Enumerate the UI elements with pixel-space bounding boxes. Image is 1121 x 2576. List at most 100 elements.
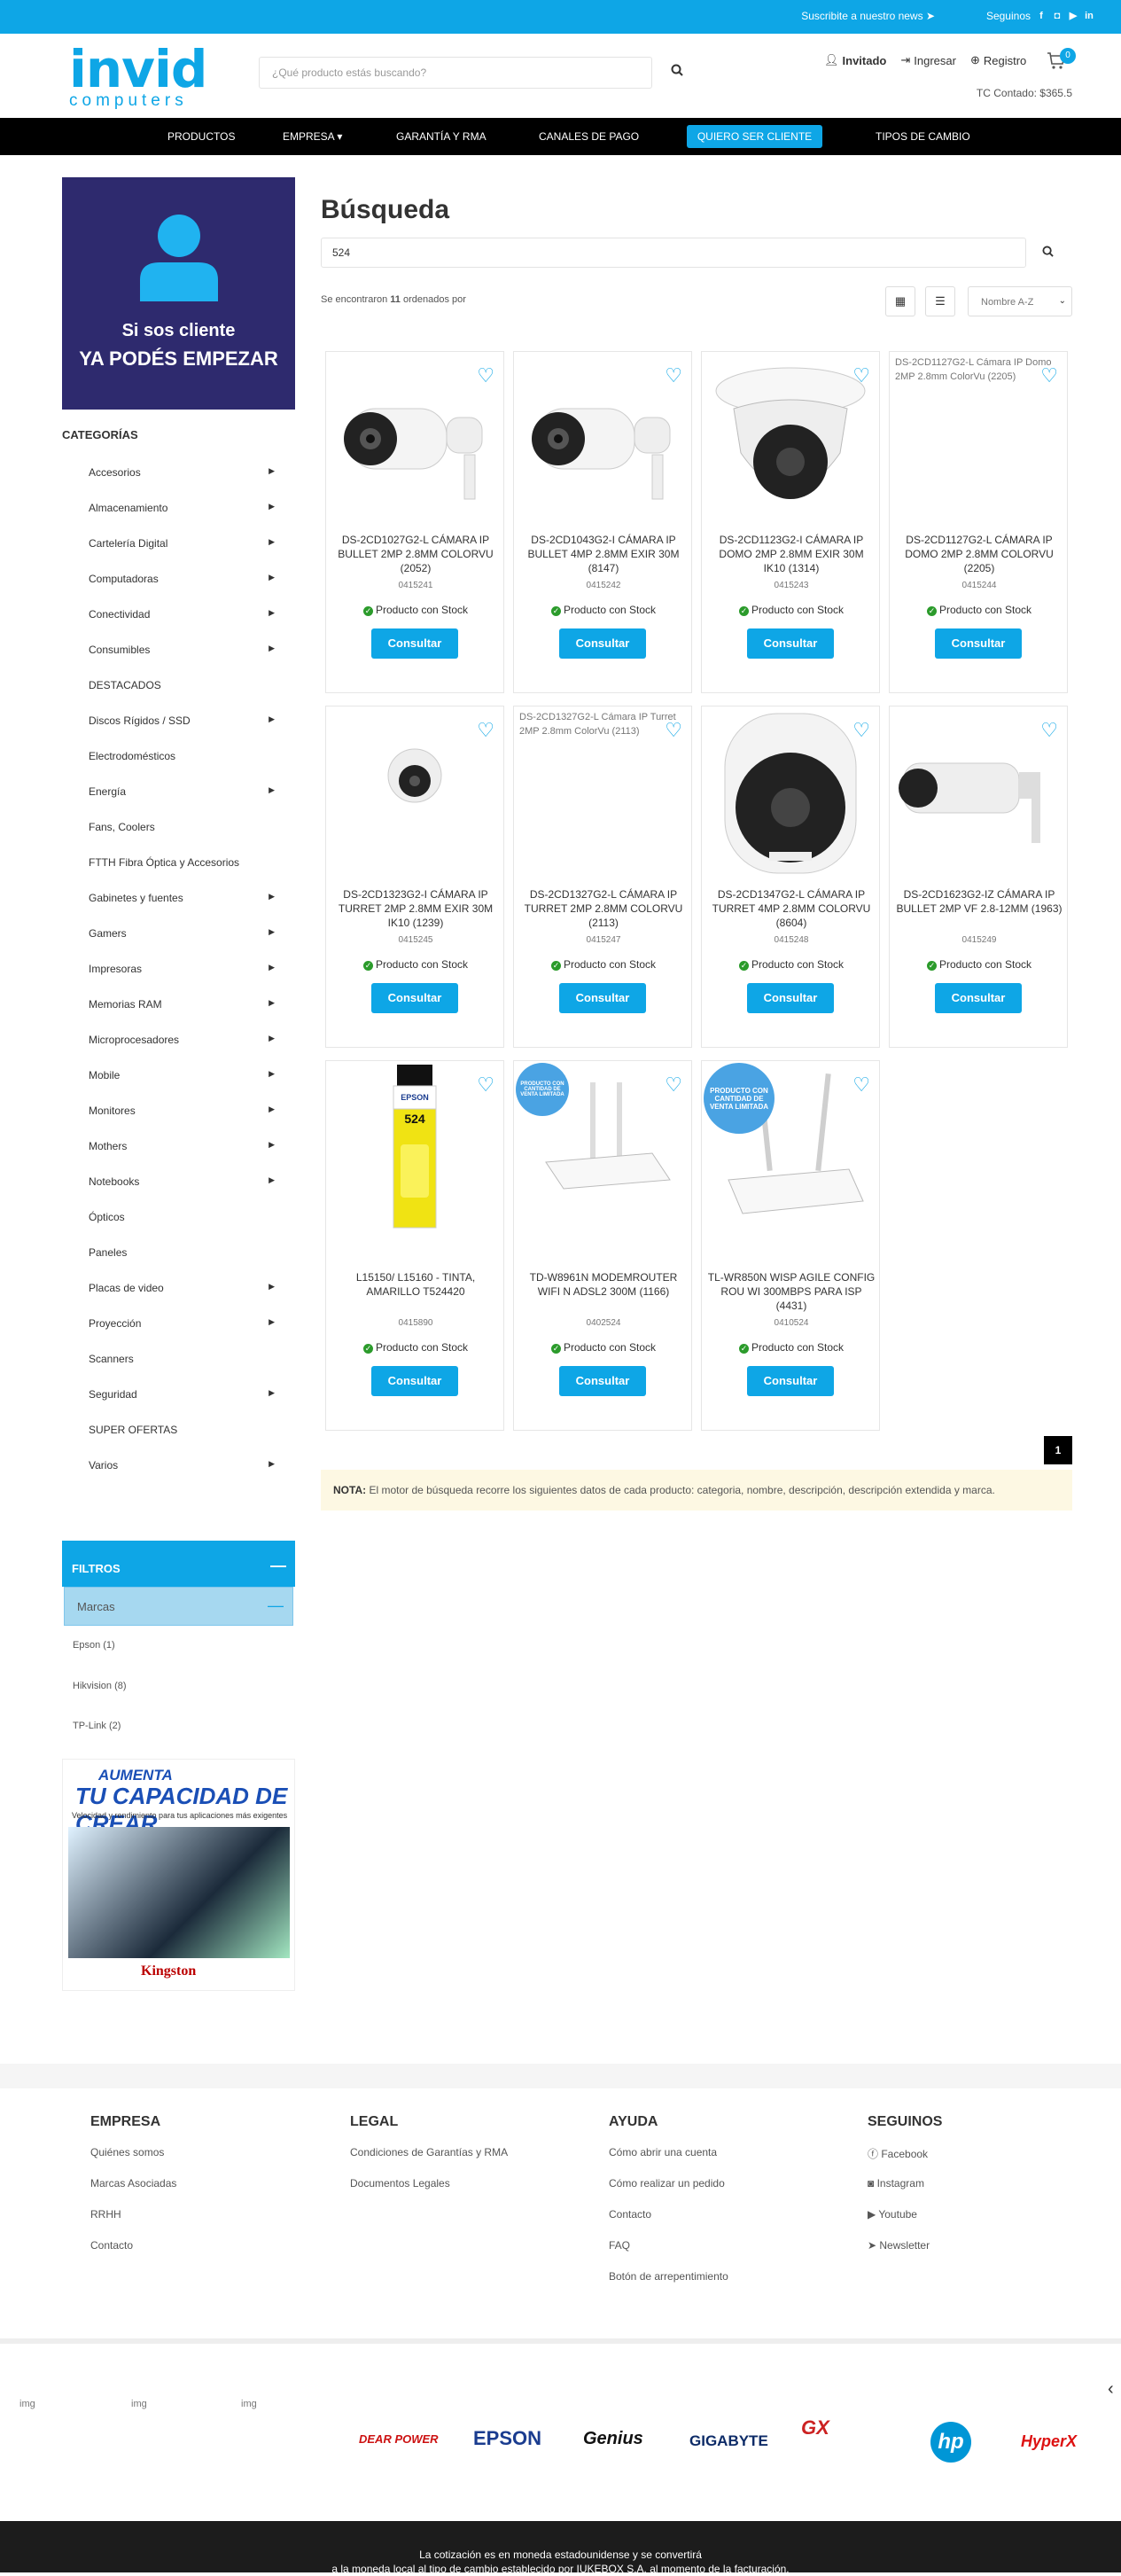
category-item[interactable]: Mothers ▶ xyxy=(89,1140,275,1175)
product-card[interactable]: ♡ DS-2CD1043G2-I CÁMARA IP BULLET 4MP 2.8… xyxy=(513,351,692,693)
favorite-heart-icon[interactable]: ♡ xyxy=(477,364,494,387)
product-card[interactable]: DS-2CD1127G2-L Cámara IP Domo 2MP 2.8mm … xyxy=(889,351,1068,693)
nav-productos[interactable]: PRODUCTOS xyxy=(167,130,235,143)
product-image[interactable] xyxy=(519,355,686,522)
product-name[interactable]: TL-WR850N WISP AGILE CONFIG ROU WI 300MB… xyxy=(707,1270,876,1313)
search-input[interactable]: ¿Qué producto estás buscando? xyxy=(259,57,652,89)
favorite-heart-icon[interactable]: ♡ xyxy=(852,719,870,742)
product-name[interactable]: DS-2CD1123G2-I CÁMARA IP DOMO 2MP 2.8MM … xyxy=(707,533,876,575)
footer-link[interactable]: Condiciones de Garantías y RMA xyxy=(350,2146,508,2177)
product-card[interactable]: DS-2CD1327G2-L Cámara IP Turret 2MP 2.8m… xyxy=(513,706,692,1048)
kingston-banner[interactable]: AUMENTA TU CAPACIDAD DE CREAR Velocidad … xyxy=(62,1759,295,1991)
search-icon[interactable] xyxy=(1037,242,1058,263)
consult-button[interactable]: Consultar xyxy=(371,1366,458,1396)
product-card[interactable]: PRODUCTO CON CANTIDAD DE VENTA LIMITADA ♡… xyxy=(513,1060,692,1431)
footer-link[interactable]: ⓕ Facebook xyxy=(868,2146,942,2177)
category-item[interactable]: SUPER OFERTAS xyxy=(89,1424,275,1459)
footer-link[interactable]: Contacto xyxy=(609,2208,728,2239)
category-item[interactable]: Energía ▶ xyxy=(89,785,275,821)
nav-garantia[interactable]: GARANTÍA Y RMA xyxy=(396,130,487,143)
footer-link[interactable]: ▶ Youtube xyxy=(868,2208,942,2239)
category-item[interactable]: DESTACADOS xyxy=(89,679,275,714)
consult-button[interactable]: Consultar xyxy=(747,983,834,1013)
favorite-heart-icon[interactable]: ♡ xyxy=(1040,364,1058,387)
carousel-prev-icon[interactable]: ‹ xyxy=(1108,2379,1114,2400)
nav-tipos-cambio[interactable]: TIPOS DE CAMBIO xyxy=(876,130,970,143)
brand-hyperx[interactable]: HyperX xyxy=(1021,2432,1077,2451)
product-image[interactable]: DS-2CD1127G2-L Cámara IP Domo 2MP 2.8mm … xyxy=(895,355,1062,522)
product-name[interactable]: L15150/ L15160 - TINTA, AMARILLO T524420 xyxy=(331,1270,500,1299)
product-card[interactable]: ♡ DS-2CD1323G2-I CÁMARA IP TURRET 2MP 2.8… xyxy=(325,706,504,1048)
nav-canales-pago[interactable]: CANALES DE PAGO xyxy=(539,130,639,143)
category-item[interactable]: Scanners xyxy=(89,1353,275,1388)
product-name[interactable]: DS-2CD1347G2-L CÁMARA IP TURRET 4MP 2.8M… xyxy=(707,887,876,930)
login-link[interactable]: ⇥ Ingresar xyxy=(900,53,956,67)
footer-link[interactable]: ➤ Newsletter xyxy=(868,2239,942,2270)
category-item[interactable]: FTTH Fibra Óptica y Accesorios xyxy=(89,856,275,892)
consult-button[interactable]: Consultar xyxy=(559,628,646,659)
list-view-button[interactable]: ☰ xyxy=(925,286,955,316)
linkedin-icon[interactable]: in xyxy=(1084,11,1094,21)
product-name[interactable]: DS-2CD1323G2-I CÁMARA IP TURRET 2MP 2.8M… xyxy=(331,887,500,930)
product-card[interactable]: PRODUCTO CON CANTIDAD DE VENTA LIMITADA ♡… xyxy=(701,1060,880,1431)
youtube-icon[interactable]: ▶ xyxy=(1068,11,1078,21)
pagination-page[interactable]: 1 xyxy=(1044,1436,1072,1464)
query-input[interactable]: 524 xyxy=(321,238,1026,268)
product-image[interactable] xyxy=(895,710,1062,877)
product-image[interactable] xyxy=(707,355,874,522)
category-item[interactable]: Mobile ▶ xyxy=(89,1069,275,1105)
brands-filter-header[interactable]: Marcas — xyxy=(64,1587,293,1626)
category-item[interactable]: Monitores ▶ xyxy=(89,1105,275,1140)
brand-hp[interactable]: hp xyxy=(930,2422,971,2463)
user-link[interactable]: 👤︎ Invitado xyxy=(824,53,886,67)
cart-button[interactable]: 0 xyxy=(1046,48,1076,74)
category-item[interactable]: Almacenamiento ▶ xyxy=(89,502,275,537)
footer-link[interactable]: ◙ Instagram xyxy=(868,2177,942,2208)
brand-dearpower[interactable]: DEAR POWER xyxy=(359,2432,439,2446)
category-item[interactable]: Ópticos xyxy=(89,1211,275,1246)
favorite-heart-icon[interactable]: ♡ xyxy=(665,719,682,742)
consult-button[interactable]: Consultar xyxy=(747,1366,834,1396)
favorite-heart-icon[interactable]: ♡ xyxy=(1040,719,1058,742)
nav-empresa[interactable]: EMPRESA ▾ xyxy=(283,130,342,143)
instagram-icon[interactable]: ◘ xyxy=(1052,11,1063,21)
product-image[interactable] xyxy=(707,710,874,877)
search-icon[interactable] xyxy=(665,60,689,85)
footer-link[interactable]: FAQ xyxy=(609,2239,728,2270)
category-item[interactable]: Fans, Coolers xyxy=(89,821,275,856)
newsletter-link[interactable]: Suscribite a nuestro news ➤ xyxy=(801,10,935,22)
footer-link[interactable]: Quiénes somos xyxy=(90,2146,176,2177)
product-name[interactable]: DS-2CD1327G2-L CÁMARA IP TURRET 2MP 2.8M… xyxy=(519,887,688,930)
brand-epson[interactable]: EPSON xyxy=(473,2427,541,2450)
sort-select[interactable]: Nombre A-Z ⌄ xyxy=(968,286,1072,316)
consult-button[interactable]: Consultar xyxy=(747,628,834,659)
facebook-icon[interactable]: f xyxy=(1036,11,1047,21)
footer-link[interactable]: Documentos Legales xyxy=(350,2177,508,2208)
category-item[interactable]: Conectividad ▶ xyxy=(89,608,275,644)
consult-button[interactable]: Consultar xyxy=(559,1366,646,1396)
product-name[interactable]: TD-W8961N MODEMROUTER WIFI N ADSL2 300M … xyxy=(519,1270,688,1299)
category-item[interactable]: Discos Rígidos / SSD ▶ xyxy=(89,714,275,750)
category-item[interactable]: Placas de video ▶ xyxy=(89,1282,275,1317)
grid-view-button[interactable]: ▦ xyxy=(885,286,915,316)
client-banner[interactable]: Si sos cliente YA PODÉS EMPEZAR xyxy=(62,177,295,410)
product-name[interactable]: DS-2CD1043G2-I CÁMARA IP BULLET 4MP 2.8M… xyxy=(519,533,688,575)
favorite-heart-icon[interactable]: ♡ xyxy=(852,364,870,387)
footer-link[interactable]: Cómo realizar un pedido xyxy=(609,2177,728,2208)
brand-filter-hikvision[interactable]: Hikvision (8) xyxy=(73,1681,127,1691)
brand-filter-tplink[interactable]: TP-Link (2) xyxy=(73,1721,121,1731)
product-name[interactable]: DS-2CD1127G2-L CÁMARA IP DOMO 2MP 2.8MM … xyxy=(895,533,1063,575)
favorite-heart-icon[interactable]: ♡ xyxy=(477,719,494,742)
favorite-heart-icon[interactable]: ♡ xyxy=(665,1073,682,1097)
favorite-heart-icon[interactable]: ♡ xyxy=(477,1073,494,1097)
category-item[interactable]: Notebooks ▶ xyxy=(89,1175,275,1211)
category-item[interactable]: Microprocesadores ▶ xyxy=(89,1034,275,1069)
brand-gx[interactable]: GX xyxy=(801,2416,829,2439)
category-item[interactable]: Memorias RAM ▶ xyxy=(89,998,275,1034)
consult-button[interactable]: Consultar xyxy=(935,983,1022,1013)
category-item[interactable]: Proyección ▶ xyxy=(89,1317,275,1353)
product-card[interactable]: EPSON 524 ♡ L15150/ L15160 - TINTA, AMARILL… xyxy=(325,1060,504,1431)
brand-genius[interactable]: Genius xyxy=(583,2429,643,2449)
category-item[interactable]: Consumibles ▶ xyxy=(89,644,275,679)
logo[interactable]: invid computers xyxy=(69,43,207,110)
